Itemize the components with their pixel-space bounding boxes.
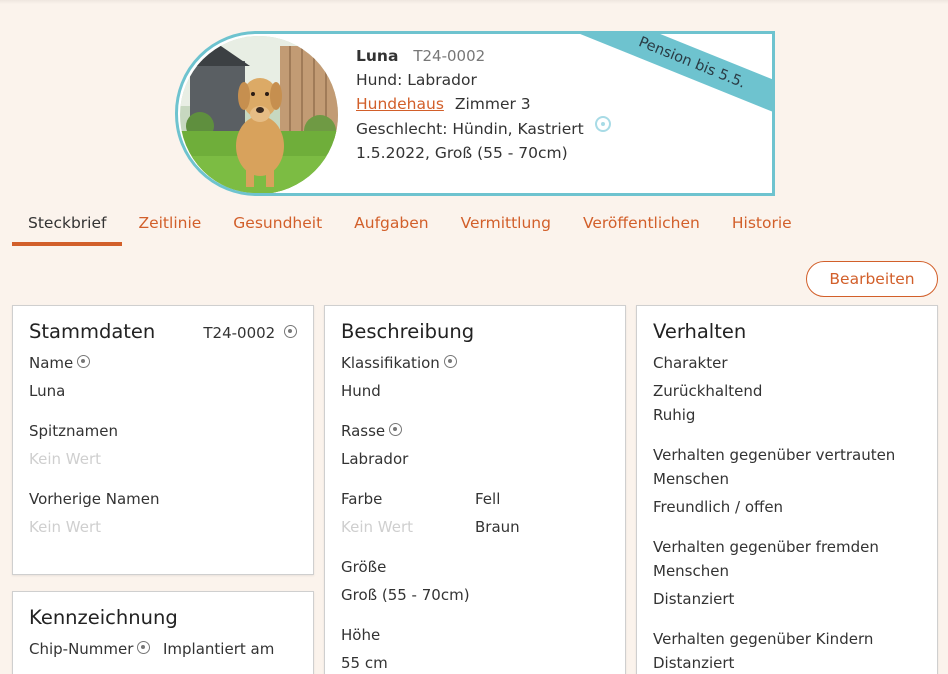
- breed-label: Rasse: [341, 422, 386, 440]
- info-icon[interactable]: [443, 355, 457, 368]
- nickname-value: Kein Wert: [29, 450, 101, 468]
- kennzeichnung-title: Kennzeichnung: [29, 606, 178, 629]
- tab-historie[interactable]: Historie: [716, 210, 808, 246]
- stammdaten-title: Stammdaten: [29, 320, 156, 343]
- character-label: Charakter: [653, 354, 728, 372]
- beschreibung-title: Beschreibung: [341, 320, 475, 343]
- kennzeichnung-card: Kennzeichnung Chip-Nummer Implantiert am: [12, 591, 314, 674]
- strangers-label: Verhalten gegenüber fremden Menschen: [653, 538, 879, 580]
- castrated-icon: [594, 116, 611, 132]
- fur-value: Braun: [475, 518, 520, 536]
- stammdaten-card: Stammdaten T24-0002 Name Luna Spitznamen…: [12, 305, 314, 575]
- name-value: Luna: [29, 382, 66, 400]
- top-border: [0, 0, 948, 4]
- tab-bar: Steckbrief Zeitlinie Gesundheit Aufgaben…: [12, 210, 808, 246]
- implanted-label: Implantiert am: [163, 640, 275, 658]
- size-label: Größe: [341, 558, 387, 576]
- fur-label: Fell: [475, 490, 501, 508]
- stammdaten-code: T24-0002: [203, 324, 276, 342]
- birth-size-text: 1.5.2022, Groß (55 - 70cm): [356, 144, 568, 162]
- height-label: Höhe: [341, 626, 381, 644]
- color-value: Kein Wert: [341, 518, 413, 536]
- beschreibung-card: Beschreibung Klassifikation Hund Rasse L…: [324, 305, 626, 674]
- info-icon[interactable]: [389, 423, 403, 436]
- gender-text: Geschlecht: Hündin, Kastriert: [356, 120, 584, 138]
- tab-vermittlung[interactable]: Vermittlung: [445, 210, 567, 246]
- classification-label: Klassifikation: [341, 354, 440, 372]
- tab-zeitlinie[interactable]: Zeitlinie: [122, 210, 217, 246]
- animal-name: Luna: [356, 47, 399, 65]
- chip-label: Chip-Nummer: [29, 640, 134, 658]
- tab-steckbrief[interactable]: Steckbrief: [12, 210, 123, 246]
- house-link[interactable]: Hundehaus: [356, 95, 444, 113]
- room-label: Zimmer 3: [454, 95, 531, 113]
- size-value: Groß (55 - 70cm): [341, 586, 470, 604]
- nickname-label: Spitznamen: [29, 422, 119, 440]
- previous-names-label: Vorherige Namen: [29, 490, 160, 508]
- tab-aufgaben[interactable]: Aufgaben: [338, 210, 444, 246]
- animal-code: T24-0002: [413, 47, 486, 65]
- classification-value: Hund: [341, 382, 381, 400]
- name-label: Name: [29, 354, 74, 372]
- character-value: Zurückhaltend: [653, 382, 763, 400]
- familiar-people-value: Freundlich / offen: [653, 498, 784, 516]
- animal-photo: [180, 36, 338, 193]
- tab-gesundheit[interactable]: Gesundheit: [217, 210, 338, 246]
- kids-label: Verhalten gegenüber Kindern: [653, 630, 874, 648]
- animal-header-card: Luna T24-0002 Hund: Labrador Hundehaus Z…: [175, 31, 775, 196]
- info-icon[interactable]: [284, 325, 297, 338]
- familiar-people-label: Verhalten gegenüber vertrauten Menschen: [653, 446, 896, 488]
- verhalten-title: Verhalten: [653, 320, 747, 343]
- kids-value: Distanziert: [653, 654, 735, 672]
- previous-names-value: Kein Wert: [29, 518, 101, 536]
- color-label: Farbe: [341, 490, 383, 508]
- edit-button[interactable]: Bearbeiten: [806, 261, 938, 297]
- tab-veroeffentlichen[interactable]: Veröffentlichen: [567, 210, 716, 246]
- animal-species: Hund: Labrador: [356, 71, 477, 89]
- info-icon[interactable]: [77, 355, 91, 368]
- verhalten-card: Verhalten Charakter Zurückhaltend Ruhig …: [636, 305, 938, 674]
- info-icon[interactable]: [137, 641, 151, 654]
- animal-info: Luna T24-0002 Hund: Labrador Hundehaus Z…: [356, 44, 611, 165]
- breed-value: Labrador: [341, 450, 409, 468]
- strangers-value: Distanziert: [653, 590, 735, 608]
- character-value: Ruhig: [653, 406, 696, 424]
- height-value: 55 cm: [341, 654, 388, 672]
